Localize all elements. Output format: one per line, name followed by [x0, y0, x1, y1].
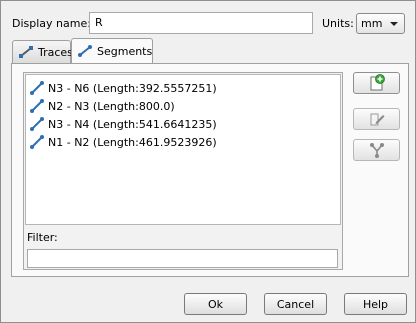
tab-segments[interactable]: Segments [71, 38, 153, 63]
edit-segment-button[interactable] [353, 108, 400, 130]
split-segment-button[interactable] [353, 139, 400, 161]
segment-icon [29, 81, 45, 95]
segment-label: N3 - N6 (Length:392.5557251) [48, 81, 217, 95]
segments-list[interactable]: N3 - N6 (Length:392.5557251) N2 - N3 (Le… [25, 74, 341, 225]
list-item[interactable]: N1 - N2 (Length:461.9523926) [29, 133, 217, 151]
add-segment-icon [368, 74, 386, 92]
ok-button[interactable]: Ok [184, 293, 247, 315]
display-name-label: Display name: [12, 17, 91, 30]
units-value: mm [361, 17, 383, 30]
segment-label: N1 - N2 (Length:461.9523926) [48, 135, 217, 149]
filter-input[interactable] [27, 249, 338, 268]
split-segment-icon [368, 141, 386, 159]
add-segment-button[interactable] [353, 72, 400, 94]
segment-icon [29, 117, 45, 131]
cancel-button[interactable]: Cancel [264, 293, 327, 315]
tab-traces[interactable]: Traces [12, 40, 73, 63]
tab-traces-label: Traces [38, 45, 73, 59]
help-button[interactable]: Help [344, 293, 407, 315]
dialog-window: Display name: R Units: mm Traces Segment… [0, 0, 416, 323]
segment-icon [77, 44, 93, 58]
units-select[interactable]: mm [356, 13, 405, 34]
filter-label: Filter: [27, 231, 58, 244]
segments-group: N3 - N6 (Length:392.5557251) N2 - N3 (Le… [23, 72, 343, 270]
segment-icon [29, 99, 45, 113]
segment-label: N3 - N4 (Length:541.6641235) [48, 117, 217, 131]
divider [352, 94, 402, 95]
list-item[interactable]: N3 - N6 (Length:392.5557251) [29, 79, 217, 97]
segment-label: N2 - N3 (Length:800.0) [48, 99, 175, 113]
segments-panel: N3 - N6 (Length:392.5557251) N2 - N3 (Le… [11, 63, 409, 277]
list-item[interactable]: N3 - N4 (Length:541.6641235) [29, 115, 217, 133]
list-item[interactable]: N2 - N3 (Length:800.0) [29, 97, 175, 115]
trace-icon [18, 45, 34, 59]
tab-segments-label: Segments [97, 44, 153, 58]
chevron-down-icon [390, 22, 398, 26]
edit-segment-icon [368, 110, 386, 128]
segment-icon [29, 135, 45, 149]
units-label: Units: [322, 17, 354, 30]
display-name-input[interactable]: R [89, 12, 313, 34]
